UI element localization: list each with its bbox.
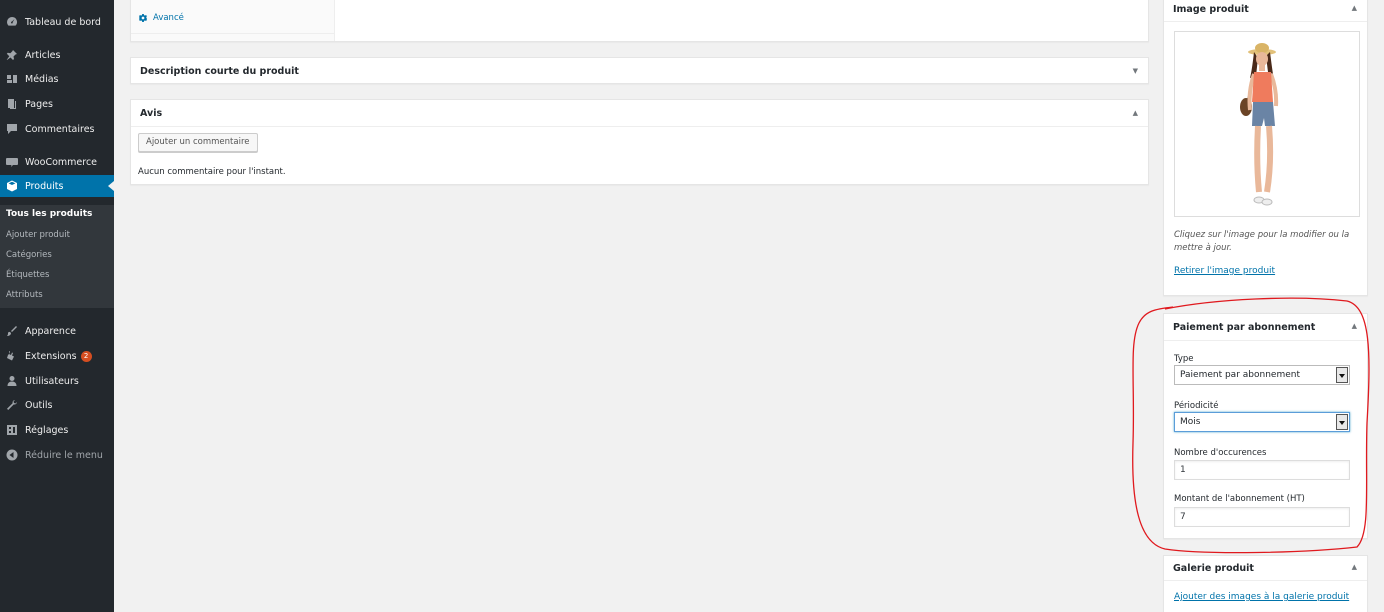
submenu-item-tags[interactable]: Étiquettes xyxy=(6,270,49,280)
plugins-icon xyxy=(5,349,19,363)
chevron-down-icon[interactable]: ▼ xyxy=(1133,67,1138,75)
submenu-item-add-product[interactable]: Ajouter produit xyxy=(6,230,70,240)
tab-advanced[interactable]: Avancé xyxy=(139,13,184,23)
menu-label: Apparence xyxy=(25,325,77,337)
admin-sidebar: Tableau de bord Articles Médias Pages Co… xyxy=(0,0,114,612)
reviews-title[interactable]: Avis xyxy=(140,108,162,119)
box-divider xyxy=(1164,580,1367,581)
product-image-thumbnail[interactable] xyxy=(1174,31,1360,217)
menu-item-reglages[interactable]: Réglages xyxy=(0,419,114,441)
type-label: Type xyxy=(1174,354,1194,364)
users-icon xyxy=(5,374,19,388)
menu-item-extensions[interactable]: Extensions 2 xyxy=(0,345,114,367)
menu-item-pages[interactable]: Pages xyxy=(0,93,114,115)
product-image-title[interactable]: Image produit xyxy=(1173,4,1249,15)
appearance-icon xyxy=(5,324,19,338)
tools-icon xyxy=(5,398,19,412)
no-comments-text: Aucun commentaire pour l'instant. xyxy=(138,167,286,177)
product-gallery-title[interactable]: Galerie produit xyxy=(1173,563,1254,574)
collapse-menu-button[interactable]: Réduire le menu xyxy=(0,444,114,466)
subscription-title[interactable]: Paiement par abonnement xyxy=(1173,322,1315,333)
menu-item-produits[interactable]: Produits xyxy=(0,175,114,197)
period-label: Périodicité xyxy=(1174,401,1219,411)
menu-item-articles[interactable]: Articles xyxy=(0,44,114,66)
box-divider xyxy=(1164,21,1367,22)
remove-image-link[interactable]: Retirer l'image produit xyxy=(1174,266,1275,276)
menu-label: WooCommerce xyxy=(25,156,98,168)
reviews-box: Avis ▲ Ajouter un commentaire Aucun comm… xyxy=(130,99,1149,185)
box-divider xyxy=(131,126,1148,127)
type-select-value: Paiement par abonnement xyxy=(1180,370,1300,380)
short-description-box: Description courte du produit ▼ xyxy=(130,57,1149,84)
amount-label: Montant de l'abonnement (HT) xyxy=(1174,494,1305,504)
add-gallery-images-link[interactable]: Ajouter des images à la galerie produit xyxy=(1174,592,1349,602)
product-data-box: Avancé xyxy=(130,0,1149,42)
tab-divider xyxy=(131,33,334,34)
submenu-item-attributes[interactable]: Attributs xyxy=(6,290,43,300)
dashboard-icon xyxy=(5,15,19,29)
update-count-badge: 2 xyxy=(80,350,92,362)
product-image-box: Image produit ▲ Cliquez sur l'image pour… xyxy=(1163,0,1368,296)
tab-advanced-label: Avancé xyxy=(153,13,184,23)
menu-label: Utilisateurs xyxy=(25,375,79,387)
box-divider xyxy=(1164,340,1367,341)
chevron-up-icon[interactable]: ▲ xyxy=(1352,563,1357,571)
menu-label: Produits xyxy=(25,180,64,192)
menu-item-commentaires[interactable]: Commentaires xyxy=(0,118,114,140)
chevron-up-icon[interactable]: ▲ xyxy=(1352,322,1357,330)
products-submenu: Tous les produits Ajouter produit Catégo… xyxy=(0,205,114,308)
gear-icon xyxy=(139,14,147,22)
amount-input[interactable]: 7 xyxy=(1174,507,1350,527)
type-select[interactable]: Paiement par abonnement xyxy=(1174,365,1350,385)
media-icon xyxy=(5,72,19,86)
menu-label: Commentaires xyxy=(25,123,95,135)
menu-item-woocommerce[interactable]: WooCommerce xyxy=(0,151,114,173)
menu-item-utilisateurs[interactable]: Utilisateurs xyxy=(0,370,114,392)
products-icon xyxy=(5,179,19,193)
period-select-value: Mois xyxy=(1180,417,1201,427)
product-gallery-box: Galerie produit ▲ Ajouter des images à l… xyxy=(1163,555,1368,612)
select-arrow-icon xyxy=(1336,414,1348,430)
menu-item-outils[interactable]: Outils xyxy=(0,394,114,416)
menu-label: Tableau de bord xyxy=(25,16,101,28)
menu-item-apparence[interactable]: Apparence xyxy=(0,320,114,342)
occurrences-input[interactable]: 1 xyxy=(1174,460,1350,480)
collapse-icon xyxy=(5,448,19,462)
product-data-tabs: Avancé xyxy=(131,0,335,41)
menu-label: Médias xyxy=(25,73,59,85)
image-hint-text: Cliquez sur l'image pour la modifier ou … xyxy=(1174,230,1350,253)
pin-icon xyxy=(5,48,19,62)
occurrences-label: Nombre d'occurences xyxy=(1174,448,1267,458)
settings-icon xyxy=(5,423,19,437)
select-arrow-icon xyxy=(1336,367,1348,383)
menu-label: Outils xyxy=(25,399,53,411)
menu-label: Réduire le menu xyxy=(25,449,103,461)
submenu-item-all-products[interactable]: Tous les produits xyxy=(6,209,92,219)
menu-label: Pages xyxy=(25,98,53,110)
submenu-item-categories[interactable]: Catégories xyxy=(6,250,52,260)
product-photo-woman xyxy=(1240,43,1279,206)
menu-item-dashboard[interactable]: Tableau de bord xyxy=(0,11,114,33)
woocommerce-icon xyxy=(5,155,19,169)
menu-label: Articles xyxy=(25,49,61,61)
comments-icon xyxy=(5,122,19,136)
menu-label: Réglages xyxy=(25,424,69,436)
pages-icon xyxy=(5,97,19,111)
subscription-box: Paiement par abonnement ▲ Type Paiement … xyxy=(1163,313,1368,539)
chevron-up-icon[interactable]: ▲ xyxy=(1133,109,1138,117)
chevron-up-icon[interactable]: ▲ xyxy=(1352,4,1357,12)
short-description-title[interactable]: Description courte du produit xyxy=(140,66,299,77)
period-select[interactable]: Mois xyxy=(1174,412,1350,432)
menu-item-medias[interactable]: Médias xyxy=(0,68,114,90)
add-comment-button[interactable]: Ajouter un commentaire xyxy=(138,133,258,152)
menu-label: Extensions xyxy=(25,350,77,362)
